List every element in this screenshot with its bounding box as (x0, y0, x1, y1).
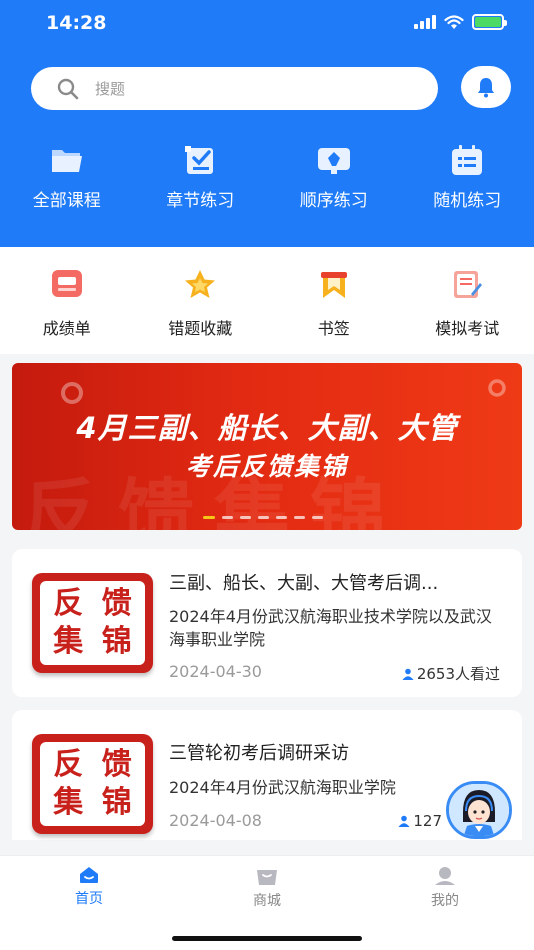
article-description: 2024年4月份武汉航海职业技术学院以及武汉海事职业学院 (169, 607, 492, 649)
nav-label: 章节练习 (166, 191, 235, 211)
bell-icon (478, 78, 494, 98)
user-icon (402, 668, 414, 680)
tool-label: 模拟考试 (435, 319, 500, 338)
user-icon (398, 815, 410, 827)
customer-service-agent-icon (449, 784, 509, 836)
home-indicator (172, 936, 362, 941)
calendar-list-icon (452, 145, 483, 175)
thumb-char: 锦 (101, 785, 132, 820)
tool-mock-exam[interactable]: 模拟考试 (401, 247, 534, 354)
customer-service-button[interactable] (446, 781, 512, 839)
thumb-char: 锦 (101, 624, 132, 659)
nav-all-courses[interactable]: 全部课程 (0, 142, 134, 211)
nav-label: 随机练习 (433, 191, 502, 211)
thumb-char: 集 (53, 624, 84, 659)
article-title: 三副、船长、大副、大管考后调... (169, 573, 439, 594)
banner-dot[interactable] (240, 516, 251, 519)
article-title: 三管轮初考后调研采访 (169, 743, 349, 764)
banner-decoration-icon (488, 379, 506, 397)
status-bar: 14:28 (0, 0, 534, 48)
tab-label: 商城 (253, 893, 281, 909)
article-views: 2653人看过 (402, 663, 500, 684)
banner-dot[interactable] (312, 516, 323, 519)
notification-button[interactable] (461, 66, 511, 108)
star-icon (185, 270, 216, 298)
signal-icon (414, 15, 436, 29)
article-card[interactable]: 反 馈 集 锦 三副、船长、大副、大管考后调... 2024年4月份武汉航海职业… (12, 549, 522, 697)
nav-random-practice[interactable]: 随机练习 (401, 142, 534, 211)
tool-label: 书签 (317, 319, 350, 338)
profile-icon (435, 867, 455, 885)
tab-label: 我的 (431, 893, 459, 909)
views-count: 2653人看过 (416, 665, 500, 683)
search-icon (57, 78, 79, 99)
banner-title: 4月三副、船长、大副、大管 (76, 411, 458, 445)
wifi-icon (444, 14, 464, 29)
tool-wrong-favorites[interactable]: 错题收藏 (134, 247, 268, 354)
promo-banner[interactable]: 反馈集锦 4月三副、船长、大副、大管 考后反馈集锦 (12, 363, 522, 530)
thumb-char: 集 (53, 785, 84, 820)
tools-row: 成绩单 错题收藏 书签 模拟考试 (0, 247, 534, 354)
banner-subtitle: 考后反馈集锦 (185, 452, 348, 481)
tool-label: 成绩单 (42, 319, 91, 338)
article-date: 2024-04-08 (169, 811, 262, 830)
thumb-char: 反 (53, 586, 84, 621)
status-icons (414, 14, 507, 30)
thumb-char: 反 (53, 747, 84, 782)
exam-paper-icon (454, 271, 483, 298)
article-thumbnail: 反 馈 集 锦 (32, 573, 153, 673)
banner-pagination (203, 516, 323, 519)
tab-profile[interactable]: 我的 (356, 856, 534, 950)
nav-label: 顺序练习 (299, 191, 368, 211)
folder-icon (51, 150, 82, 172)
article-views: 127 (398, 812, 442, 830)
nav-chapter-practice[interactable]: 章节练习 (134, 142, 268, 211)
banner-dot[interactable] (276, 516, 287, 519)
banner-dot[interactable] (294, 516, 305, 519)
tool-report-card[interactable]: 成绩单 (0, 247, 134, 354)
views-count: 127 (413, 812, 442, 830)
thumb-char: 馈 (101, 747, 132, 782)
top-nav: 全部课程 章节练习 顺序练习 随机练习 (0, 142, 534, 211)
banner-dot[interactable] (222, 516, 233, 519)
checklist-icon (185, 146, 214, 174)
article-card[interactable]: 反 馈 集 锦 三管轮初考后调研采访 2024年4月份武汉航海职业学院 2024… (12, 710, 522, 840)
tool-label: 错题收藏 (168, 319, 233, 338)
header: 14:28 搜题 全部课程 章节练习 顺序练习 随机练习 (0, 0, 534, 247)
bookmark-icon (320, 272, 347, 298)
report-card-icon (51, 270, 82, 297)
nav-label: 全部课程 (32, 191, 101, 211)
article-date: 2024-04-30 (169, 662, 262, 681)
search-bar[interactable]: 搜题 (31, 67, 438, 110)
search-placeholder: 搜题 (95, 80, 126, 98)
pen-icon (317, 148, 350, 174)
home-icon (80, 867, 98, 883)
article-thumbnail: 反 馈 集 锦 (32, 734, 153, 834)
tab-home[interactable]: 首页 (0, 856, 178, 950)
shop-bag-icon (257, 870, 277, 885)
nav-sequential-practice[interactable]: 顺序练习 (267, 142, 401, 211)
battery-icon (472, 14, 507, 30)
tab-label: 首页 (75, 891, 103, 907)
thumb-char: 馈 (101, 586, 132, 621)
banner-dot[interactable] (258, 516, 269, 519)
tool-bookmarks[interactable]: 书签 (267, 247, 401, 354)
status-time: 14:28 (46, 12, 107, 34)
banner-dot[interactable] (203, 516, 215, 519)
